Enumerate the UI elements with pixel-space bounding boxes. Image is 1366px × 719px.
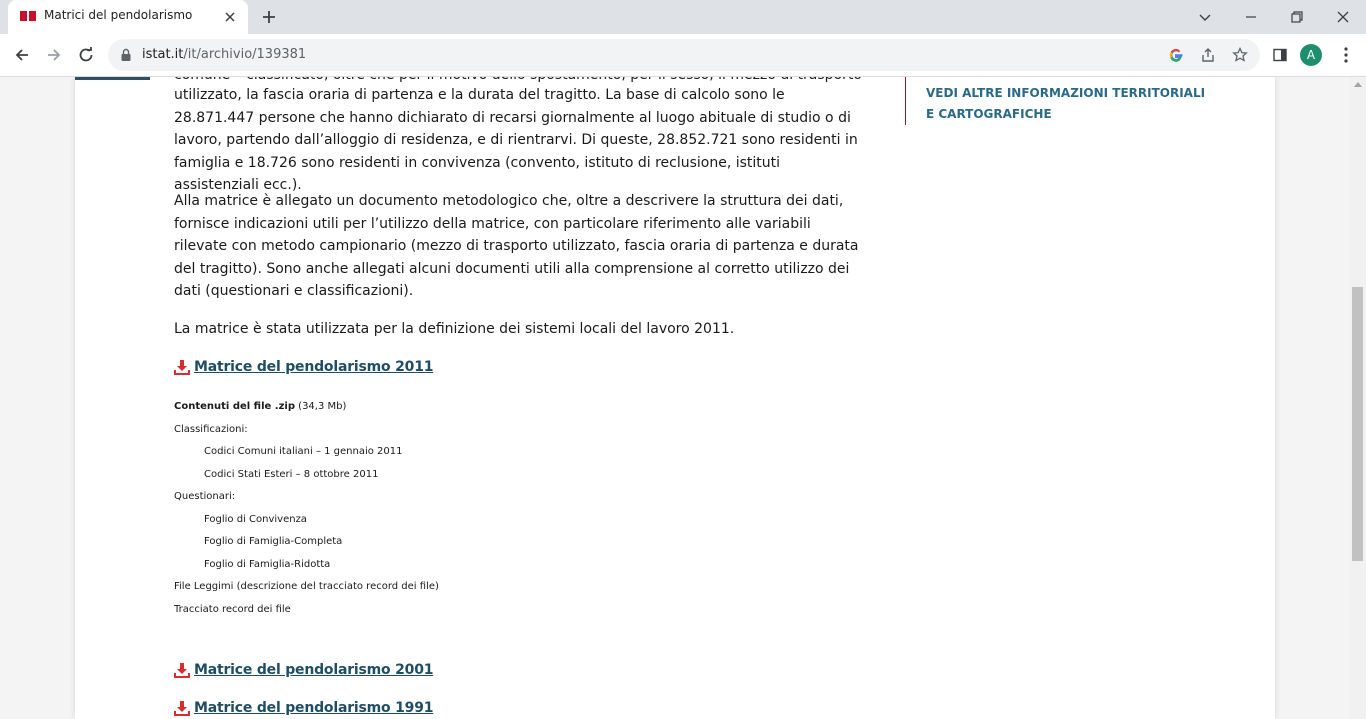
- url-text: istat.it/it/archivio/139381: [142, 47, 306, 62]
- forward-arrow-icon[interactable]: [44, 45, 64, 65]
- lock-icon[interactable]: [120, 48, 132, 62]
- zip-contents-line: Contenuti del file .zip (34,3 Mb): [174, 401, 346, 412]
- more-menu-icon[interactable]: [1336, 45, 1356, 65]
- download-link-label[interactable]: Matrice del pendolarismo 2011: [194, 359, 433, 375]
- questionari-item: Foglio di Famiglia-Ridotta: [204, 559, 331, 570]
- download-link-label[interactable]: Matrice del pendolarismo 1991: [194, 700, 433, 716]
- territorial-info-link[interactable]: Vedi altre informazioni territoriali e c…: [926, 83, 1206, 125]
- left-tab-accent: [75, 77, 150, 80]
- download-link-2001[interactable]: Matrice del pendolarismo 2001: [174, 662, 433, 678]
- zip-size: (34,3 Mb): [294, 401, 347, 412]
- close-icon[interactable]: [222, 9, 238, 25]
- content-sheet: comune – classificato, oltre che per il …: [75, 77, 1275, 719]
- url-host: istat.it: [142, 47, 184, 62]
- tab-strip: Matrici del pendolarismo: [0, 0, 1366, 34]
- restore-icon[interactable]: [1286, 6, 1308, 28]
- plus-icon[interactable]: [260, 8, 278, 26]
- classificazioni-item: Codici Stati Esteri – 8 ottobre 2011: [204, 469, 379, 480]
- paragraph-documento-metodologico: Alla matrice è allegato un documento met…: [174, 193, 859, 300]
- download-link-1991[interactable]: Matrice del pendolarismo 1991: [174, 700, 433, 716]
- zip-contents-label: Contenuti del file .zip: [174, 401, 295, 412]
- close-icon[interactable]: [1332, 6, 1354, 28]
- download-icon: [174, 360, 190, 375]
- page-viewport: comune – classificato, oltre che per il …: [0, 77, 1350, 719]
- questionari-item: Foglio di Famiglia-Completa: [204, 536, 343, 547]
- paragraph-sistemi-locali: La matrice è stata utilizzata per la def…: [174, 321, 735, 337]
- share-icon[interactable]: [1198, 45, 1218, 65]
- istat-favicon: [20, 11, 36, 21]
- download-icon: [174, 701, 190, 716]
- back-arrow-icon[interactable]: [12, 45, 32, 65]
- questionari-item: Foglio di Convivenza: [204, 514, 307, 525]
- side-panel-icon[interactable]: [1270, 45, 1290, 65]
- url-path: /it/archivio/139381: [183, 47, 307, 62]
- tracciato-record: Tracciato record dei file: [174, 604, 291, 615]
- scrollbar-thumb[interactable]: [1352, 287, 1363, 561]
- tab-title: Matrici del pendolarismo: [44, 8, 193, 22]
- google-icon[interactable]: [1166, 45, 1186, 65]
- address-bar[interactable]: istat.it/it/archivio/139381: [108, 39, 1260, 71]
- questionari-label: Questionari:: [174, 491, 236, 502]
- sidebar-box: Vedi altre informazioni territoriali e c…: [905, 77, 1226, 125]
- classificazioni-label: Classificazioni:: [174, 424, 248, 435]
- browser-toolbar: istat.it/it/archivio/139381 A: [0, 34, 1366, 77]
- download-link-label[interactable]: Matrice del pendolarismo 2001: [194, 662, 433, 678]
- download-link-2011[interactable]: Matrice del pendolarismo 2011: [174, 359, 433, 375]
- chevron-down-icon[interactable]: [1194, 6, 1216, 28]
- paragraph-base-calcolo: utilizzato, la fascia oraria di partenza…: [174, 87, 858, 194]
- scroll-up-icon[interactable]: [1354, 81, 1362, 87]
- avatar[interactable]: A: [1300, 44, 1322, 66]
- classificazioni-item: Codici Comuni italiani – 1 gennaio 2011: [204, 446, 403, 457]
- minimize-icon[interactable]: [1240, 6, 1262, 28]
- star-icon[interactable]: [1230, 45, 1250, 65]
- reload-icon[interactable]: [76, 45, 96, 65]
- vertical-scrollbar[interactable]: [1350, 77, 1366, 719]
- file-leggimi: File Leggimi (descrizione del tracciato …: [174, 581, 439, 592]
- active-tab[interactable]: Matrici del pendolarismo: [8, 0, 248, 34]
- download-icon: [174, 663, 190, 678]
